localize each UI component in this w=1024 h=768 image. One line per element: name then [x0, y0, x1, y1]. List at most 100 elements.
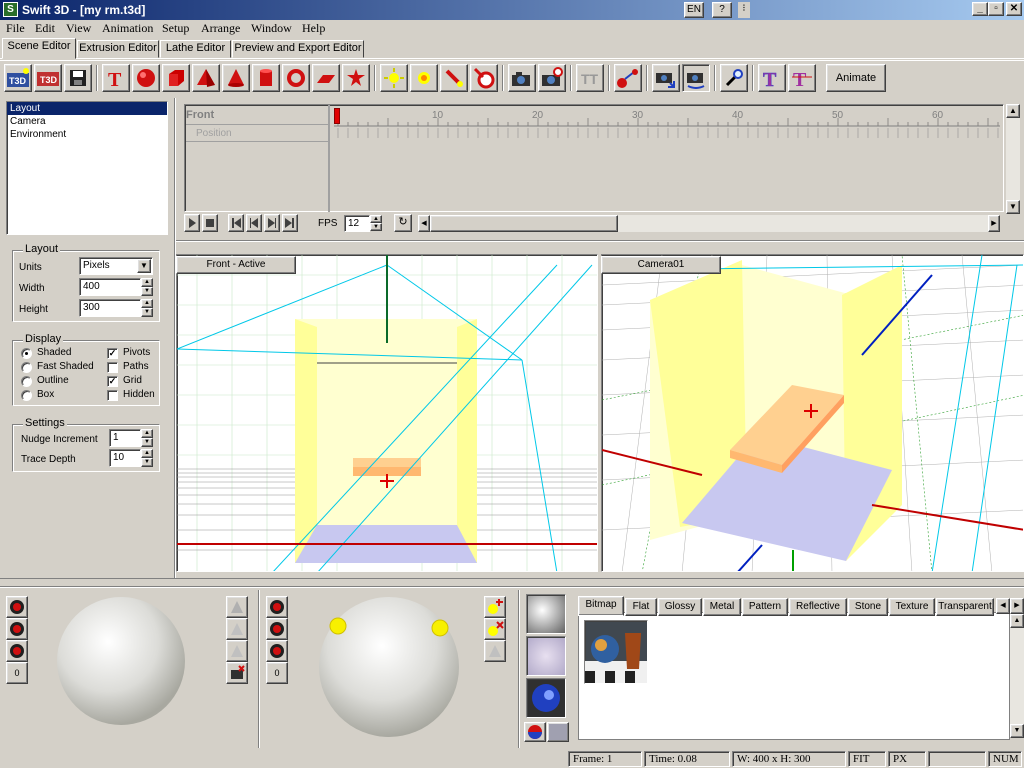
- stop-button[interactable]: [202, 214, 218, 232]
- height-input[interactable]: 300: [79, 299, 141, 317]
- front-viewport-label[interactable]: Front - Active: [176, 256, 296, 274]
- width-spinner[interactable]: ▲ ▼: [141, 278, 153, 296]
- tab-lathe-editor[interactable]: Lathe Editor: [160, 40, 231, 58]
- cylinder-icon[interactable]: [252, 64, 280, 92]
- point-light-icon[interactable]: [440, 64, 468, 92]
- text-bevel-icon[interactable]: T: [758, 64, 786, 92]
- tab-glossy[interactable]: Glossy: [658, 598, 702, 616]
- swatch-smoke[interactable]: [526, 636, 566, 676]
- light-icon[interactable]: [380, 64, 408, 92]
- timeline-vscroll[interactable]: [1006, 118, 1020, 204]
- torus-icon[interactable]: [282, 64, 310, 92]
- first-frame-button[interactable]: [228, 214, 244, 232]
- tab-preview-export-editor[interactable]: Preview and Export Editor: [232, 40, 364, 58]
- trace-depth-input[interactable]: 10: [109, 449, 141, 467]
- star-icon[interactable]: [342, 64, 370, 92]
- new-t3d-icon[interactable]: T3D: [4, 64, 32, 92]
- light-counter[interactable]: 0: [266, 662, 288, 684]
- play-button[interactable]: [184, 214, 200, 232]
- camera-rotate-icon[interactable]: [682, 64, 710, 92]
- text-icon[interactable]: T: [102, 64, 130, 92]
- front-viewport[interactable]: [176, 254, 598, 572]
- rotation-counter[interactable]: 0: [6, 662, 28, 684]
- rotate-z-icon[interactable]: [6, 640, 28, 662]
- bitmap-material-thumbnail[interactable]: [584, 620, 648, 684]
- tab-reflective[interactable]: Reflective: [789, 598, 847, 616]
- gallery-vscroll[interactable]: [1010, 628, 1024, 724]
- ime-menu-icon[interactable]: ⁝: [738, 2, 750, 18]
- scroll-up-arrow[interactable]: ▲: [1006, 104, 1020, 118]
- tab-pattern[interactable]: Pattern: [742, 598, 788, 616]
- rotation-trackball[interactable]: [56, 596, 186, 726]
- list-item[interactable]: Camera: [7, 115, 167, 128]
- gallery-scroll-down[interactable]: ▼: [1010, 724, 1024, 738]
- ime-help-button[interactable]: ?: [712, 2, 732, 18]
- add-light-disabled-icon[interactable]: [226, 596, 248, 618]
- text-tool-icon[interactable]: TT: [576, 64, 604, 92]
- connect-icon[interactable]: [614, 64, 642, 92]
- tab-bitmap[interactable]: Bitmap: [578, 596, 624, 616]
- swatch-metal[interactable]: [526, 594, 566, 634]
- grid-checkbox[interactable]: ✓: [107, 376, 118, 387]
- swatch-blue-pattern[interactable]: [526, 678, 566, 718]
- menu-file[interactable]: File: [6, 21, 25, 36]
- sphere-icon[interactable]: [132, 64, 160, 92]
- menu-animation[interactable]: Animation: [102, 21, 153, 36]
- width-input[interactable]: 400: [79, 278, 141, 296]
- hscroll-left-arrow[interactable]: ◀: [418, 215, 430, 232]
- playhead[interactable]: [334, 108, 340, 124]
- material-grid-icon[interactable]: [547, 722, 569, 742]
- nudge-input[interactable]: 1: [109, 429, 141, 447]
- loop-icon[interactable]: ↻: [394, 214, 412, 232]
- tab-stone[interactable]: Stone: [848, 598, 888, 616]
- camera-viewport-label[interactable]: Camera01: [601, 256, 721, 274]
- remove-light-disabled-icon[interactable]: [226, 618, 248, 640]
- text-bevel2-icon[interactable]: T: [788, 64, 816, 92]
- gallery-scroll-up[interactable]: ▲: [1010, 614, 1024, 628]
- light-settings-icon[interactable]: [484, 640, 506, 662]
- fps-input[interactable]: 12: [344, 215, 370, 232]
- target-camera-icon[interactable]: [538, 64, 566, 92]
- outline-radio[interactable]: [21, 376, 32, 387]
- menu-window[interactable]: Window: [251, 21, 292, 36]
- maximize-button[interactable]: ▫: [988, 2, 1004, 16]
- fast-shaded-radio[interactable]: [21, 362, 32, 373]
- box-radio[interactable]: [21, 390, 32, 401]
- hierarchy-list[interactable]: Layout Camera Environment: [6, 101, 168, 235]
- cube-icon[interactable]: [162, 64, 190, 92]
- material-ball-icon[interactable]: [524, 722, 546, 742]
- menu-view[interactable]: View: [66, 21, 91, 36]
- light-options-disabled-icon[interactable]: [226, 640, 248, 662]
- tab-flat[interactable]: Flat: [625, 598, 657, 616]
- light-rotate-z-icon[interactable]: [266, 640, 288, 662]
- paths-checkbox[interactable]: [107, 362, 118, 373]
- add-light-icon[interactable]: [484, 596, 506, 618]
- tab-transparent[interactable]: Transparent: [936, 598, 994, 616]
- save-icon[interactable]: [64, 64, 92, 92]
- scroll-down-arrow[interactable]: ▼: [1006, 200, 1020, 214]
- last-frame-button[interactable]: [282, 214, 298, 232]
- tab-texture[interactable]: Texture: [889, 598, 935, 616]
- menu-help[interactable]: Help: [302, 21, 325, 36]
- shaded-radio[interactable]: [21, 348, 32, 359]
- hscroll-thumb[interactable]: [430, 215, 618, 232]
- camera-icon[interactable]: [508, 64, 536, 92]
- app-icon[interactable]: S: [3, 2, 18, 17]
- height-spinner[interactable]: ▲ ▼: [141, 299, 153, 317]
- lighting-trackball[interactable]: [318, 596, 460, 738]
- timeline-ruler[interactable]: 10 20 30 40 50 60: [334, 108, 1000, 140]
- delete-icon[interactable]: [226, 662, 248, 684]
- target-light-icon[interactable]: [470, 64, 498, 92]
- animate-button[interactable]: Animate: [826, 64, 886, 92]
- light-rotate-y-icon[interactable]: [266, 618, 288, 640]
- cone-icon[interactable]: [222, 64, 250, 92]
- pivots-checkbox[interactable]: ✓: [107, 348, 118, 359]
- tab-scroll-left[interactable]: ◀: [996, 598, 1010, 614]
- tab-scene-editor[interactable]: Scene Editor: [2, 38, 76, 59]
- pyramid-icon[interactable]: [192, 64, 220, 92]
- trace-depth-spinner[interactable]: ▲ ▼: [141, 449, 153, 467]
- fps-spinner[interactable]: ▲ ▼: [370, 215, 382, 232]
- nudge-spinner[interactable]: ▲ ▼: [141, 429, 153, 447]
- hscroll-track[interactable]: [618, 215, 988, 232]
- remove-light-icon[interactable]: [484, 618, 506, 640]
